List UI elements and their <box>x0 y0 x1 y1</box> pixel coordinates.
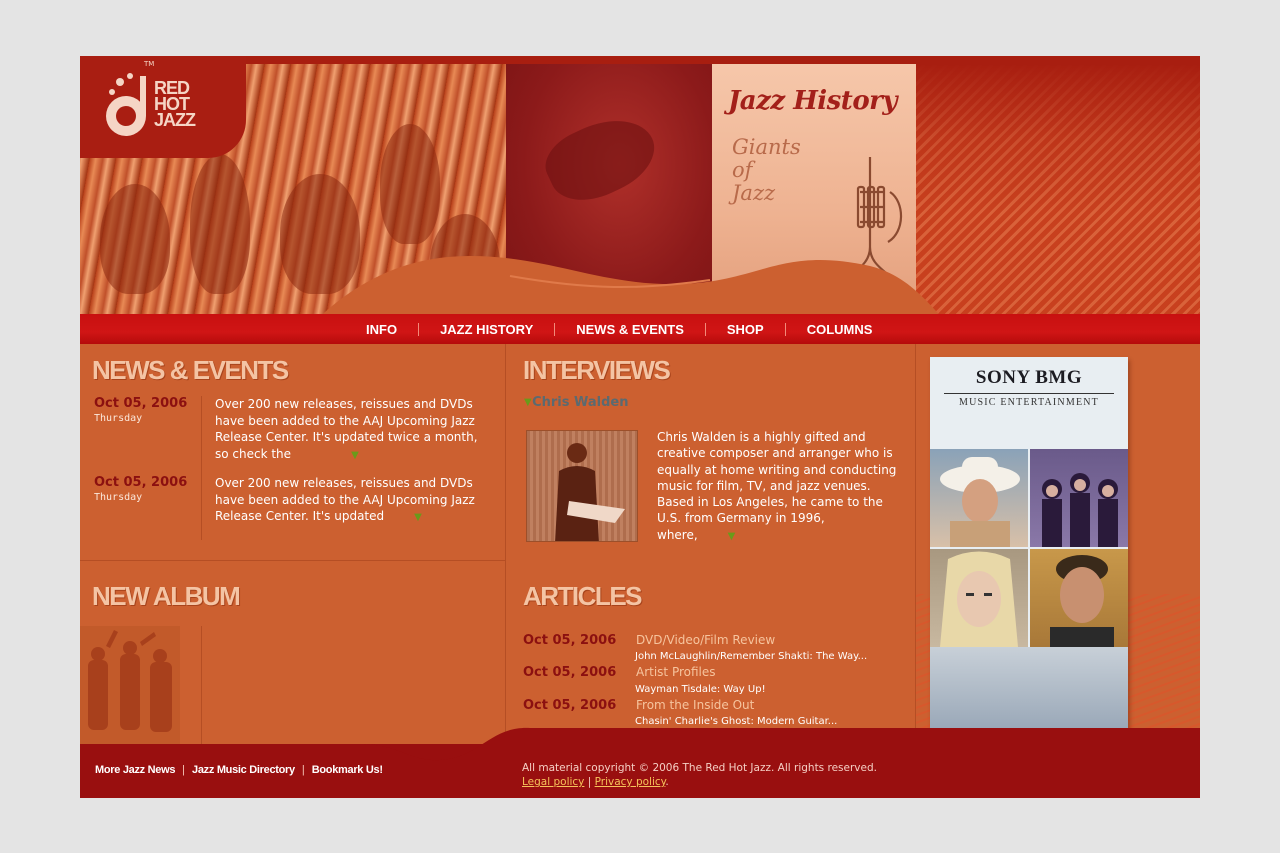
column-divider <box>505 344 506 744</box>
read-more-arrow-icon[interactable]: ▼ <box>728 531 736 542</box>
nav-item-columns[interactable]: COLUMNS <box>807 322 873 337</box>
header-wave <box>322 256 939 314</box>
copyright-notice: All material copyright © 2006 The Red Ho… <box>522 762 877 774</box>
interviewee-photo[interactable] <box>526 430 638 542</box>
main-content: NEWS & EVENTS Oct 05, 2006 Thursday Over… <box>80 344 1200 750</box>
artist-photo <box>1030 549 1128 647</box>
artist-photo <box>930 449 1028 547</box>
news-item-text: Over 200 new releases, reissues and DVDs… <box>215 476 475 523</box>
interviewee-name-link[interactable]: Chris Walden <box>523 395 628 410</box>
artist-photo <box>1030 449 1128 547</box>
artist-photo <box>930 549 1028 647</box>
news-date: Oct 05, 2006 <box>94 475 188 490</box>
read-more-arrow-icon[interactable]: ▼ <box>351 450 359 461</box>
page: Jazz History Giants of Jazz TM RED HOT J… <box>80 56 1200 798</box>
nav-separator <box>418 322 420 336</box>
new-album-heading: NEW ALBUM <box>92 581 241 611</box>
column-divider <box>915 344 916 744</box>
interviews-heading: INTERVIEWS <box>523 355 671 385</box>
read-more-arrow-icon[interactable]: ▼ <box>414 512 422 523</box>
music-note-logo-icon <box>106 73 146 136</box>
footer-link-more-jazz-news[interactable]: More Jazz News <box>95 764 175 776</box>
article-date: Oct 05, 2006 <box>523 665 617 680</box>
interview-text: Chris Walden is a highly gifted and crea… <box>657 430 897 542</box>
legal-policy-link[interactable]: Legal policy <box>522 776 584 788</box>
nav-item-news-events[interactable]: NEWS & EVENTS <box>576 322 684 337</box>
footer-links: More Jazz News | Jazz Music Directory | … <box>95 764 383 776</box>
nav-item-shop[interactable]: SHOP <box>727 322 764 337</box>
article-category-link[interactable]: Artist Profiles <box>636 665 716 679</box>
footer-link-bookmark[interactable]: Bookmark Us! <box>312 764 383 776</box>
ad-footer-band <box>930 647 1128 729</box>
news-item: Over 200 new releases, reissues and DVDs… <box>215 396 487 464</box>
news-date: Oct 05, 2006 <box>94 396 188 411</box>
nav-separator <box>704 322 706 336</box>
footer-wave <box>80 727 1200 762</box>
news-day: Thursday <box>94 492 143 503</box>
legal-links: Legal policy | Privacy policy. <box>522 776 669 788</box>
nav-item-info[interactable]: INFO <box>366 322 397 337</box>
nav-item-jazz-history[interactable]: JAZZ HISTORY <box>440 322 533 337</box>
musician-photo <box>527 431 637 541</box>
ad-logo: SONY BMG <box>975 367 1083 388</box>
article-category-link[interactable]: DVD/Video/Film Review <box>636 633 775 647</box>
footer-link-jazz-music-directory[interactable]: Jazz Music Directory <box>192 764 295 776</box>
section-divider <box>80 560 505 561</box>
logo-wordmark: RED HOT JAZZ <box>154 78 196 130</box>
interviewee-name: Chris Walden <box>532 395 629 410</box>
nav-separator <box>554 322 556 336</box>
article-title-link[interactable]: Wayman Tisdale: Way Up! <box>635 684 766 695</box>
ad-rule <box>944 393 1114 394</box>
promo-title: Jazz History <box>728 86 897 116</box>
news-item: Over 200 new releases, reissues and DVDs… <box>215 475 487 527</box>
article-date: Oct 05, 2006 <box>523 633 617 648</box>
promo-subtitle: Giants of Jazz <box>732 135 801 205</box>
footer-separator: | <box>182 764 186 776</box>
article-date: Oct 05, 2006 <box>523 698 617 713</box>
news-item-text: Over 200 new releases, reissues and DVDs… <box>215 397 478 461</box>
main-nav: INFO JAZZ HISTORY NEWS & EVENTS SHOP COL… <box>80 314 1200 344</box>
nav-separator <box>784 322 786 336</box>
sony-bmg-ad-banner[interactable]: SONY BMG MUSIC ENTERTAINMENT <box>930 357 1128 729</box>
article-category-link[interactable]: From the Inside Out <box>636 698 754 712</box>
footer-separator: | <box>301 764 305 776</box>
trademark-mark: TM <box>144 60 155 68</box>
article-title-link[interactable]: John McLaughlin/Remember Shakti: The Way… <box>635 651 867 662</box>
news-events-heading: NEWS & EVENTS <box>92 355 289 385</box>
top-strip <box>80 56 1200 64</box>
header-banner: Jazz History Giants of Jazz TM RED HOT J… <box>80 56 1200 314</box>
news-day: Thursday <box>94 413 143 424</box>
footer: More Jazz News | Jazz Music Directory | … <box>80 727 1200 798</box>
news-date-divider <box>201 396 202 540</box>
articles-heading: ARTICLES <box>523 581 643 611</box>
striped-panel <box>916 64 1200 314</box>
privacy-policy-link[interactable]: Privacy policy <box>595 776 666 788</box>
ad-tagline: MUSIC ENTERTAINMENT <box>958 397 1099 408</box>
site-logo[interactable]: TM RED HOT JAZZ <box>80 56 246 158</box>
interview-summary: Chris Walden is a highly gifted and crea… <box>657 429 897 545</box>
